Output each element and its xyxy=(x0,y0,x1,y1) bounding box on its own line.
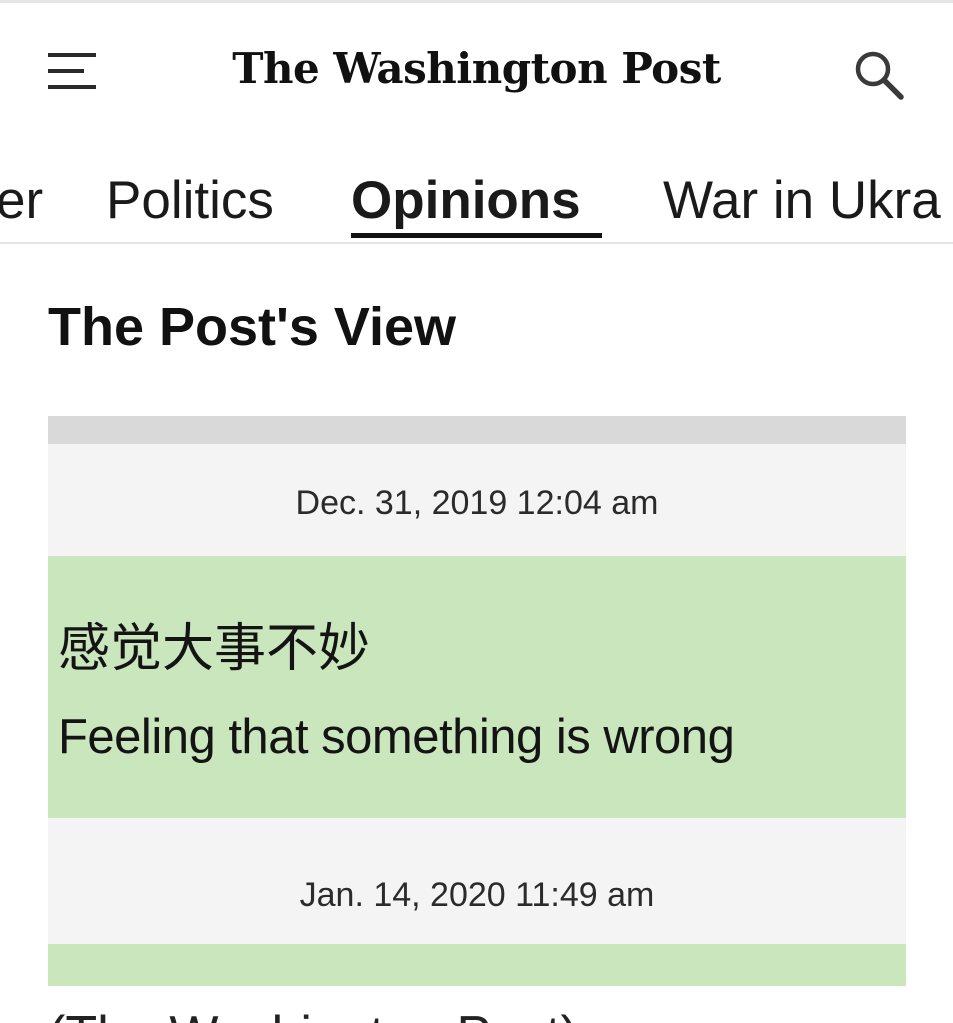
nav-item-partial-left[interactable]: er xyxy=(0,170,43,232)
section-title: The Post's View xyxy=(48,297,456,357)
message-bubble-partial xyxy=(48,944,906,986)
active-tab-underline xyxy=(351,233,602,238)
message-screenshot-image: Dec. 31, 2019 12:04 am 感觉大事不妙 Feeling th… xyxy=(48,416,906,986)
hamburger-menu-icon xyxy=(48,53,96,89)
section-nav: er Politics Opinions War in Ukra xyxy=(0,160,953,244)
nav-item-politics[interactable]: Politics xyxy=(106,170,274,232)
menu-button[interactable] xyxy=(40,43,104,99)
site-header: The Washington Post xyxy=(0,3,953,133)
nav-item-war-in-ukraine[interactable]: War in Ukra xyxy=(663,170,941,232)
nav-item-opinions[interactable]: Opinions xyxy=(351,170,581,232)
message-timestamp-1: Dec. 31, 2019 12:04 am xyxy=(295,484,659,522)
message-chinese-text: 感觉大事不妙 xyxy=(58,619,371,679)
message-bubble: 感觉大事不妙 Feeling that something is wrong xyxy=(48,556,906,818)
message-english-text: Feeling that something is wrong xyxy=(58,710,735,764)
screenshot-top-bar xyxy=(48,416,906,444)
image-caption: (The Washington Post) xyxy=(48,1005,578,1023)
masthead-logo[interactable]: The Washington Post xyxy=(200,33,753,103)
search-icon xyxy=(855,51,904,100)
search-button[interactable] xyxy=(843,43,915,107)
message-timestamp-2: Jan. 14, 2020 11:49 am xyxy=(299,876,655,914)
